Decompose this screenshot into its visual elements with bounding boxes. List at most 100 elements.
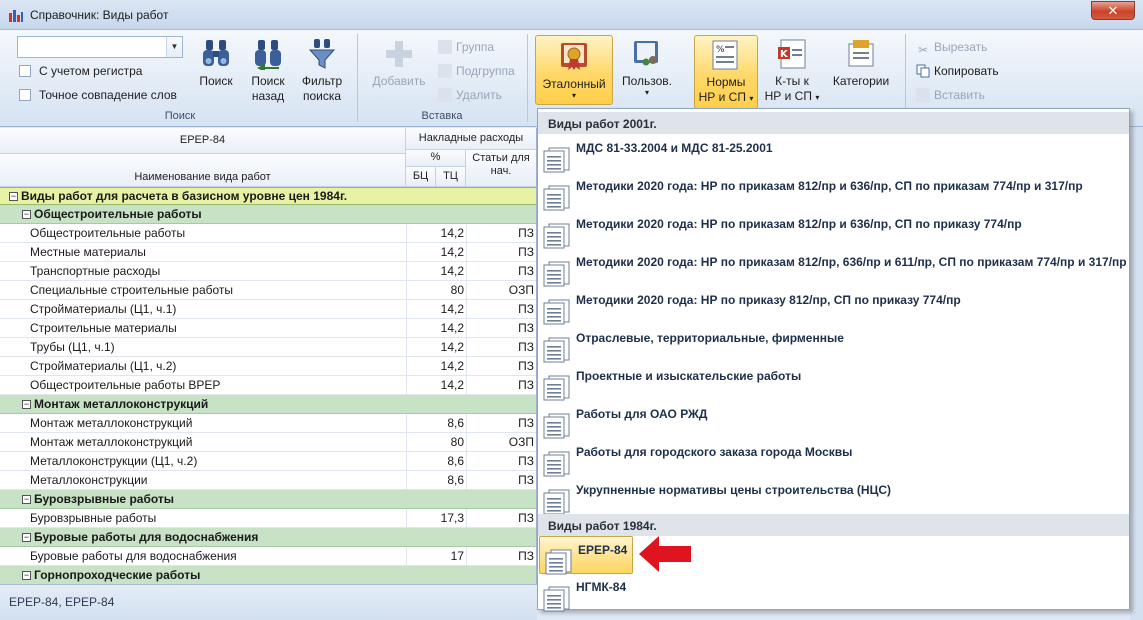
group-row[interactable]: − Горнопроходческие работы bbox=[0, 566, 536, 584]
bc-column-header[interactable]: БЦ bbox=[406, 167, 436, 187]
row-name: Буровзрывные работы bbox=[34, 492, 175, 506]
dropdown-item-label: Методики 2020 года: НР по приказу 812/пр… bbox=[576, 293, 961, 307]
group-row[interactable]: − Монтаж металлоконструкций bbox=[0, 395, 536, 414]
window-title: Справочник: Виды работ bbox=[30, 8, 169, 22]
row-bc-value: 14,2 bbox=[406, 376, 466, 395]
table-row[interactable]: Местные материалы 14,2 ПЗ bbox=[0, 243, 536, 262]
dropdown-item[interactable]: Методики 2020 года: НР по приказам 812/п… bbox=[538, 211, 1129, 249]
table-row[interactable]: Стройматериалы (Ц1, ч.2) 14,2 ПЗ bbox=[0, 357, 536, 376]
collapse-toggle-icon[interactable]: − bbox=[22, 210, 31, 219]
book-icon bbox=[561, 43, 587, 70]
binoculars-icon bbox=[203, 40, 229, 66]
dropdown-item[interactable]: Методики 2020 года: НР по приказам 812/п… bbox=[538, 249, 1129, 287]
collapse-toggle-icon[interactable]: − bbox=[9, 192, 18, 201]
categories-button[interactable]: Категории bbox=[826, 38, 896, 89]
name-column-header[interactable]: Наименование вида работ bbox=[0, 154, 406, 187]
filter-search-button[interactable]: Фильтр поиска bbox=[298, 38, 346, 104]
copy-button[interactable]: Копировать bbox=[916, 64, 999, 78]
status-bar: ЕРЕР-84, ЕРЕР-84 bbox=[0, 584, 537, 620]
etalon-button-label: Эталонный bbox=[542, 77, 606, 91]
subgroup-button[interactable]: Подгруппа bbox=[438, 64, 515, 78]
group-row[interactable]: − Буровые работы для водоснабжения bbox=[0, 528, 536, 547]
add-button[interactable]: Добавить bbox=[368, 38, 430, 89]
row-bc-value: 80 bbox=[406, 281, 466, 300]
row-name: Буровые работы для водоснабжения bbox=[30, 549, 237, 563]
group-row[interactable]: − Буровзрывные работы bbox=[0, 490, 536, 509]
copy-button-label: Копировать bbox=[934, 64, 999, 78]
row-name: Буровзрывные работы bbox=[30, 511, 157, 525]
section-2001-header: Виды работ 2001г. bbox=[538, 112, 1129, 134]
table-row[interactable]: Стройматериалы (Ц1, ч.1) 14,2 ПЗ bbox=[0, 300, 536, 319]
cut-button[interactable]: ✂ Вырезать bbox=[916, 40, 987, 57]
collapse-toggle-icon[interactable]: − bbox=[22, 533, 31, 542]
coef-icon: K bbox=[778, 39, 806, 69]
row-name: Буровые работы для водоснабжения bbox=[34, 530, 259, 544]
collapse-toggle-icon[interactable]: − bbox=[22, 400, 31, 409]
search-group-label: Поиск bbox=[164, 110, 196, 122]
dropdown-item[interactable]: ЕРЕР-84 bbox=[539, 536, 633, 575]
table-row[interactable]: Монтаж металлоконструкций 80 ОЗП bbox=[0, 433, 536, 452]
row-articles-value: ПЗ bbox=[466, 224, 536, 243]
dropdown-item[interactable]: НГМК-84 bbox=[538, 574, 1129, 612]
table-row[interactable]: Металлоконструкции (Ц1, ч.2) 8,6 ПЗ bbox=[0, 452, 536, 471]
binoculars-back-icon bbox=[255, 40, 281, 70]
exact-match-checkbox[interactable]: Точное совпадение слов bbox=[19, 88, 177, 102]
dropdown-item-label: Работы для городского заказа города Моск… bbox=[576, 445, 853, 459]
close-button[interactable]: ✕ bbox=[1091, 1, 1135, 20]
collapse-toggle-icon[interactable]: − bbox=[22, 495, 31, 504]
table-row[interactable]: Буровые работы для водоснабжения 17 ПЗ bbox=[0, 547, 536, 566]
user-button[interactable]: Пользов. ▾ bbox=[617, 38, 677, 97]
articles-column-header[interactable]: Статьи для нач. bbox=[466, 150, 536, 187]
copy-icon bbox=[916, 64, 930, 78]
match-case-checkbox[interactable]: С учетом регистра bbox=[19, 64, 142, 78]
document-icon bbox=[543, 413, 570, 439]
search-button[interactable]: Поиск bbox=[193, 38, 239, 89]
work-types-grid: ЕРЕР-84 Наименование вида работ Накладны… bbox=[0, 128, 537, 584]
table-row[interactable]: Монтаж металлоконструкций 8,6 ПЗ bbox=[0, 414, 536, 433]
tc-column-header[interactable]: ТЦ bbox=[436, 167, 466, 187]
etalon-button[interactable]: Эталонный ▾ bbox=[535, 35, 613, 105]
table-row[interactable]: Общестроительные работы ВРЕР 14,2 ПЗ bbox=[0, 376, 536, 395]
dropdown-item[interactable]: Работы для городского заказа города Моск… bbox=[538, 439, 1129, 477]
dropdown-item-label: Проектные и изыскательские работы bbox=[576, 369, 802, 383]
row-articles-value: ПЗ bbox=[466, 414, 536, 433]
table-row[interactable]: Специальные строительные работы 80 ОЗП bbox=[0, 281, 536, 300]
collapse-toggle-icon[interactable]: − bbox=[22, 571, 31, 580]
filter-label-1: Фильтр bbox=[301, 74, 343, 88]
delete-button-label: Удалить bbox=[456, 88, 502, 102]
delete-button[interactable]: Удалить bbox=[438, 88, 502, 102]
table-row[interactable]: Строительные материалы 14,2 ПЗ bbox=[0, 319, 536, 338]
document-icon bbox=[543, 185, 570, 211]
search-back-button[interactable]: Поиск назад bbox=[244, 38, 292, 104]
dropdown-item[interactable]: Методики 2020 года: НР по приказу 812/пр… bbox=[538, 287, 1129, 325]
dropdown-item[interactable]: Методики 2020 года: НР по приказам 812/п… bbox=[538, 173, 1129, 211]
table-row[interactable]: Общестроительные работы 14,2 ПЗ bbox=[0, 224, 536, 243]
table-row[interactable]: Транспортные расходы 14,2 ПЗ bbox=[0, 262, 536, 281]
norms-button[interactable]: % Нормы НР и СП ▾ bbox=[694, 35, 758, 109]
dropdown-item[interactable]: МДС 81-33.2004 и МДС 81-25.2001 bbox=[538, 135, 1129, 173]
paste-button[interactable]: Вставить bbox=[916, 88, 985, 102]
chevron-down-icon[interactable]: ▼ bbox=[166, 37, 182, 57]
table-row[interactable]: Металлоконструкции 8,6 ПЗ bbox=[0, 471, 536, 490]
search-combo[interactable]: ▼ bbox=[17, 36, 183, 58]
document-icon bbox=[543, 451, 570, 477]
group-button[interactable]: Группа bbox=[438, 40, 494, 54]
dropdown-item[interactable]: Отраслевые, территориальные, фирменные bbox=[538, 325, 1129, 363]
table-row[interactable]: Буровзрывные работы 17,3 ПЗ bbox=[0, 509, 536, 528]
dropdown-item[interactable]: Укрупненные нормативы цены строительства… bbox=[538, 477, 1129, 515]
categories-icon bbox=[848, 40, 874, 67]
dropdown-item[interactable]: Проектные и изыскательские работы bbox=[538, 363, 1129, 401]
exact-match-label: Точное совпадение слов bbox=[39, 88, 177, 102]
coef-button[interactable]: K К-ты к НР и СП ▾ bbox=[762, 38, 822, 104]
norms-icon: % bbox=[712, 40, 738, 70]
row-name: Монтаж металлоконструкций bbox=[34, 397, 209, 411]
chevron-down-icon: ▾ bbox=[815, 93, 820, 102]
row-articles-value: ПЗ bbox=[466, 357, 536, 376]
group-row[interactable]: − Виды работ для расчета в базисном уровн… bbox=[0, 187, 536, 205]
table-row[interactable]: Трубы (Ц1, ч.1) 14,2 ПЗ bbox=[0, 338, 536, 357]
document-icon bbox=[543, 261, 570, 287]
paste-icon bbox=[916, 88, 930, 102]
dropdown-item[interactable]: Работы для ОАО РЖД bbox=[538, 401, 1129, 439]
norms-label-2: НР и СП bbox=[698, 90, 746, 104]
group-row[interactable]: − Общестроительные работы bbox=[0, 205, 536, 224]
